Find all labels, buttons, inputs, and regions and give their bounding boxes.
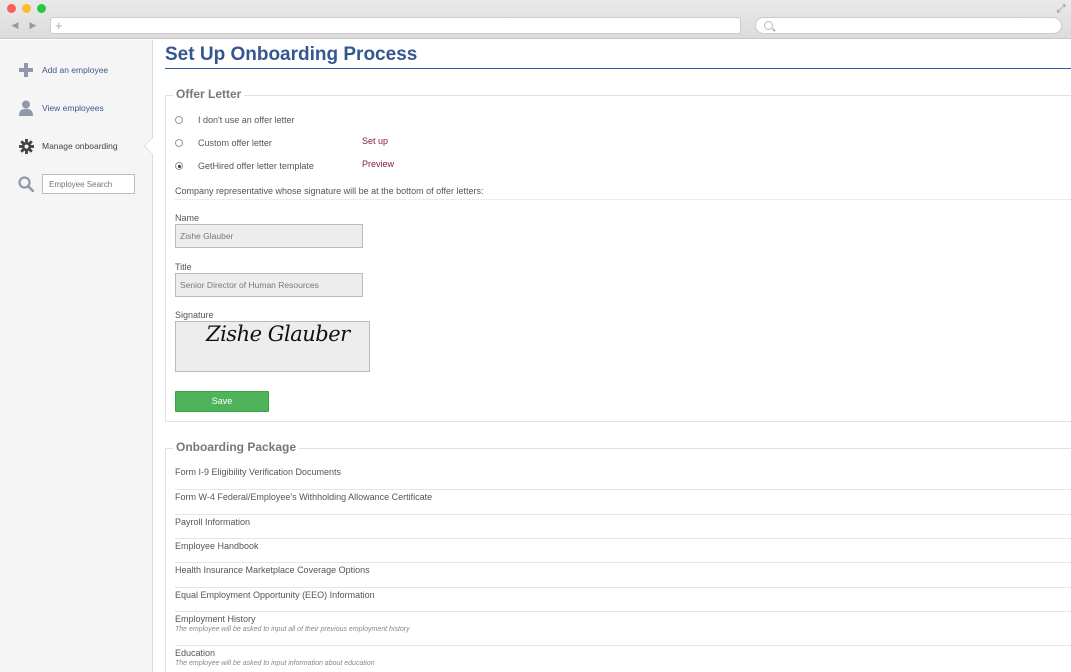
- forward-icon[interactable]: ▶: [26, 18, 40, 33]
- section-legend: Offer Letter: [173, 87, 245, 101]
- set-up-link[interactable]: Set up: [362, 136, 388, 146]
- option-label: I don't use an offer letter: [198, 115, 295, 125]
- name-label: Name: [175, 213, 200, 223]
- package-item-description: The employee will be asked to input info…: [175, 660, 375, 667]
- gear-icon: [18, 138, 34, 154]
- option-label: Custom offer letter: [198, 138, 272, 148]
- package-item-title: Health Insurance Marketplace Coverage Op…: [175, 565, 370, 575]
- package-item-education[interactable]: Education The employee will be asked to …: [175, 646, 1071, 672]
- search-icon: [764, 21, 773, 30]
- back-icon[interactable]: ◀: [8, 18, 22, 33]
- package-item-w4[interactable]: Form W-4 Federal/Employee's Withholding …: [175, 490, 1071, 515]
- section-legend: Onboarding Package: [173, 440, 300, 454]
- onboarding-package-section: Onboarding Package Form I-9 Eligibility …: [165, 440, 1071, 672]
- package-item-title: Form I-9 Eligibility Verification Docume…: [175, 467, 342, 477]
- page-title: Set Up Onboarding Process: [165, 44, 418, 65]
- offer-letter-section: Offer Letter I don't use an offer letter…: [165, 87, 1071, 422]
- representative-description: Company representative whose signature w…: [175, 186, 484, 196]
- search-icon[interactable]: [18, 176, 34, 192]
- plus-icon: [18, 62, 34, 78]
- close-window-button[interactable]: [7, 4, 16, 13]
- package-item-title: Employee Handbook: [175, 541, 259, 551]
- package-item-payroll[interactable]: Payroll Information: [175, 515, 1071, 539]
- title-field[interactable]: Senior Director of Human Resources: [175, 273, 363, 297]
- package-item-eeo[interactable]: Equal Employment Opportunity (EEO) Infor…: [175, 588, 1071, 612]
- sidebar: Add an employee View employees Manage on…: [0, 40, 153, 672]
- package-item-i9[interactable]: Form I-9 Eligibility Verification Docume…: [175, 466, 1071, 490]
- sidebar-item-add-employee[interactable]: Add an employee: [18, 59, 108, 81]
- package-item-title: Payroll Information: [175, 517, 251, 527]
- package-item-health-insurance[interactable]: Health Insurance Marketplace Coverage Op…: [175, 563, 1071, 588]
- option-no-offer-letter[interactable]: I don't use an offer letter: [175, 113, 295, 127]
- nav-buttons: ◀ ▶: [8, 18, 44, 33]
- radio-button-selected[interactable]: [175, 162, 183, 170]
- sidebar-item-view-employees[interactable]: View employees: [18, 97, 104, 119]
- divider: [175, 199, 1071, 200]
- main-content: Set Up Onboarding Process Offer Letter I…: [165, 40, 1071, 672]
- package-item-title: Equal Employment Opportunity (EEO) Infor…: [175, 590, 375, 600]
- package-item-employment-history[interactable]: Employment History The employee will be …: [175, 612, 1071, 646]
- package-item-title: Education: [175, 648, 216, 658]
- option-custom-offer-letter[interactable]: Custom offer letter: [175, 136, 272, 150]
- preview-link[interactable]: Preview: [362, 159, 394, 169]
- title-label: Title: [175, 262, 192, 272]
- option-label: GetHired offer letter template: [198, 161, 314, 171]
- sidebar-item-manage-onboarding[interactable]: Manage onboarding: [18, 135, 118, 157]
- fullscreen-icon[interactable]: ⤢: [1055, 3, 1067, 15]
- browser-search-bar[interactable]: [755, 17, 1062, 34]
- radio-button[interactable]: [175, 116, 183, 124]
- minimize-window-button[interactable]: [22, 4, 31, 13]
- employee-search-input[interactable]: [42, 174, 135, 194]
- package-item-handbook[interactable]: Employee Handbook: [175, 539, 1071, 563]
- title-divider: [165, 68, 1071, 69]
- browser-chrome: ⤢ ◀ ▶ +: [0, 0, 1071, 39]
- option-gethired-template[interactable]: GetHired offer letter template: [175, 159, 314, 173]
- signature-label: Signature: [175, 310, 214, 320]
- person-icon: [18, 100, 34, 116]
- sidebar-item-label: View employees: [42, 103, 104, 113]
- new-tab-icon[interactable]: +: [55, 18, 63, 33]
- radio-button[interactable]: [175, 139, 183, 147]
- sidebar-search-icon-wrap: [18, 173, 34, 195]
- address-bar[interactable]: +: [50, 17, 741, 34]
- package-item-description: The employee will be asked to input all …: [175, 626, 410, 633]
- package-item-title: Form W-4 Federal/Employee's Withholding …: [175, 492, 433, 502]
- save-button[interactable]: Save: [175, 391, 269, 412]
- package-item-title: Employment History: [175, 614, 256, 624]
- sidebar-item-label: Add an employee: [42, 65, 109, 75]
- sidebar-item-label: Manage onboarding: [42, 141, 118, 151]
- signature-text: Zishe Glauber: [206, 322, 350, 346]
- name-field[interactable]: Zishe Glauber: [175, 224, 363, 248]
- maximize-window-button[interactable]: [37, 4, 46, 13]
- active-indicator: [145, 138, 153, 154]
- signature-field[interactable]: Zishe Glauber: [175, 321, 370, 372]
